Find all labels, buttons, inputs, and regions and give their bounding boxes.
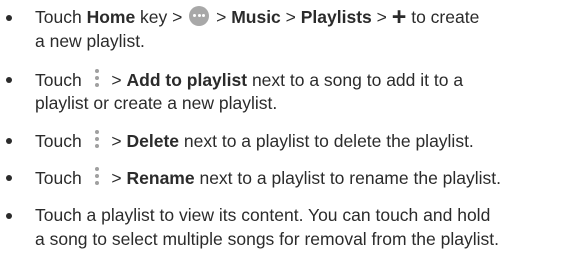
more-options-icon: [87, 165, 107, 187]
text-line: Touch > Rename next to a playlist to ren…: [35, 165, 563, 189]
apps-grid-icon: [189, 6, 210, 26]
list-item-text: Touch Home key > > Music > Playlists > +…: [35, 5, 563, 53]
list-item-text: Touch > Add to playlist next to a song t…: [35, 67, 563, 115]
music-label: Music: [231, 7, 281, 27]
bullet-icon: [6, 77, 12, 83]
playlists-label: Playlists: [300, 7, 372, 27]
bullet-icon: [6, 138, 12, 144]
list-item-text: Touch a playlist to view its content. Yo…: [35, 203, 563, 251]
add-to-playlist-label: Add to playlist: [126, 70, 248, 90]
text-line: Touch > Add to playlist next to a song t…: [35, 67, 563, 91]
text-line: Touch > Delete next to a playlist to del…: [35, 128, 563, 152]
text-line: Touch Home key > > Music > Playlists > +…: [35, 3, 480, 31]
more-options-icon: [87, 67, 107, 89]
list-item-text: Touch > Rename next to a playlist to ren…: [35, 165, 563, 189]
delete-label: Delete: [126, 131, 180, 151]
bullet-icon: [6, 175, 12, 181]
bullet-icon: [6, 213, 12, 219]
text-line: Touch a playlist to view its content. Yo…: [35, 205, 491, 225]
more-options-icon: [87, 128, 107, 150]
text-line: playlist or create a new playlist.: [35, 93, 278, 113]
home-key-label: Home: [86, 7, 136, 27]
bullet-icon: [6, 15, 12, 21]
text-line: a song to select multiple songs for remo…: [35, 229, 499, 249]
rename-label: Rename: [126, 168, 195, 188]
list-item-text: Touch > Delete next to a playlist to del…: [35, 128, 563, 152]
plus-icon: +: [391, 3, 407, 31]
text-line: a new playlist.: [35, 31, 145, 51]
